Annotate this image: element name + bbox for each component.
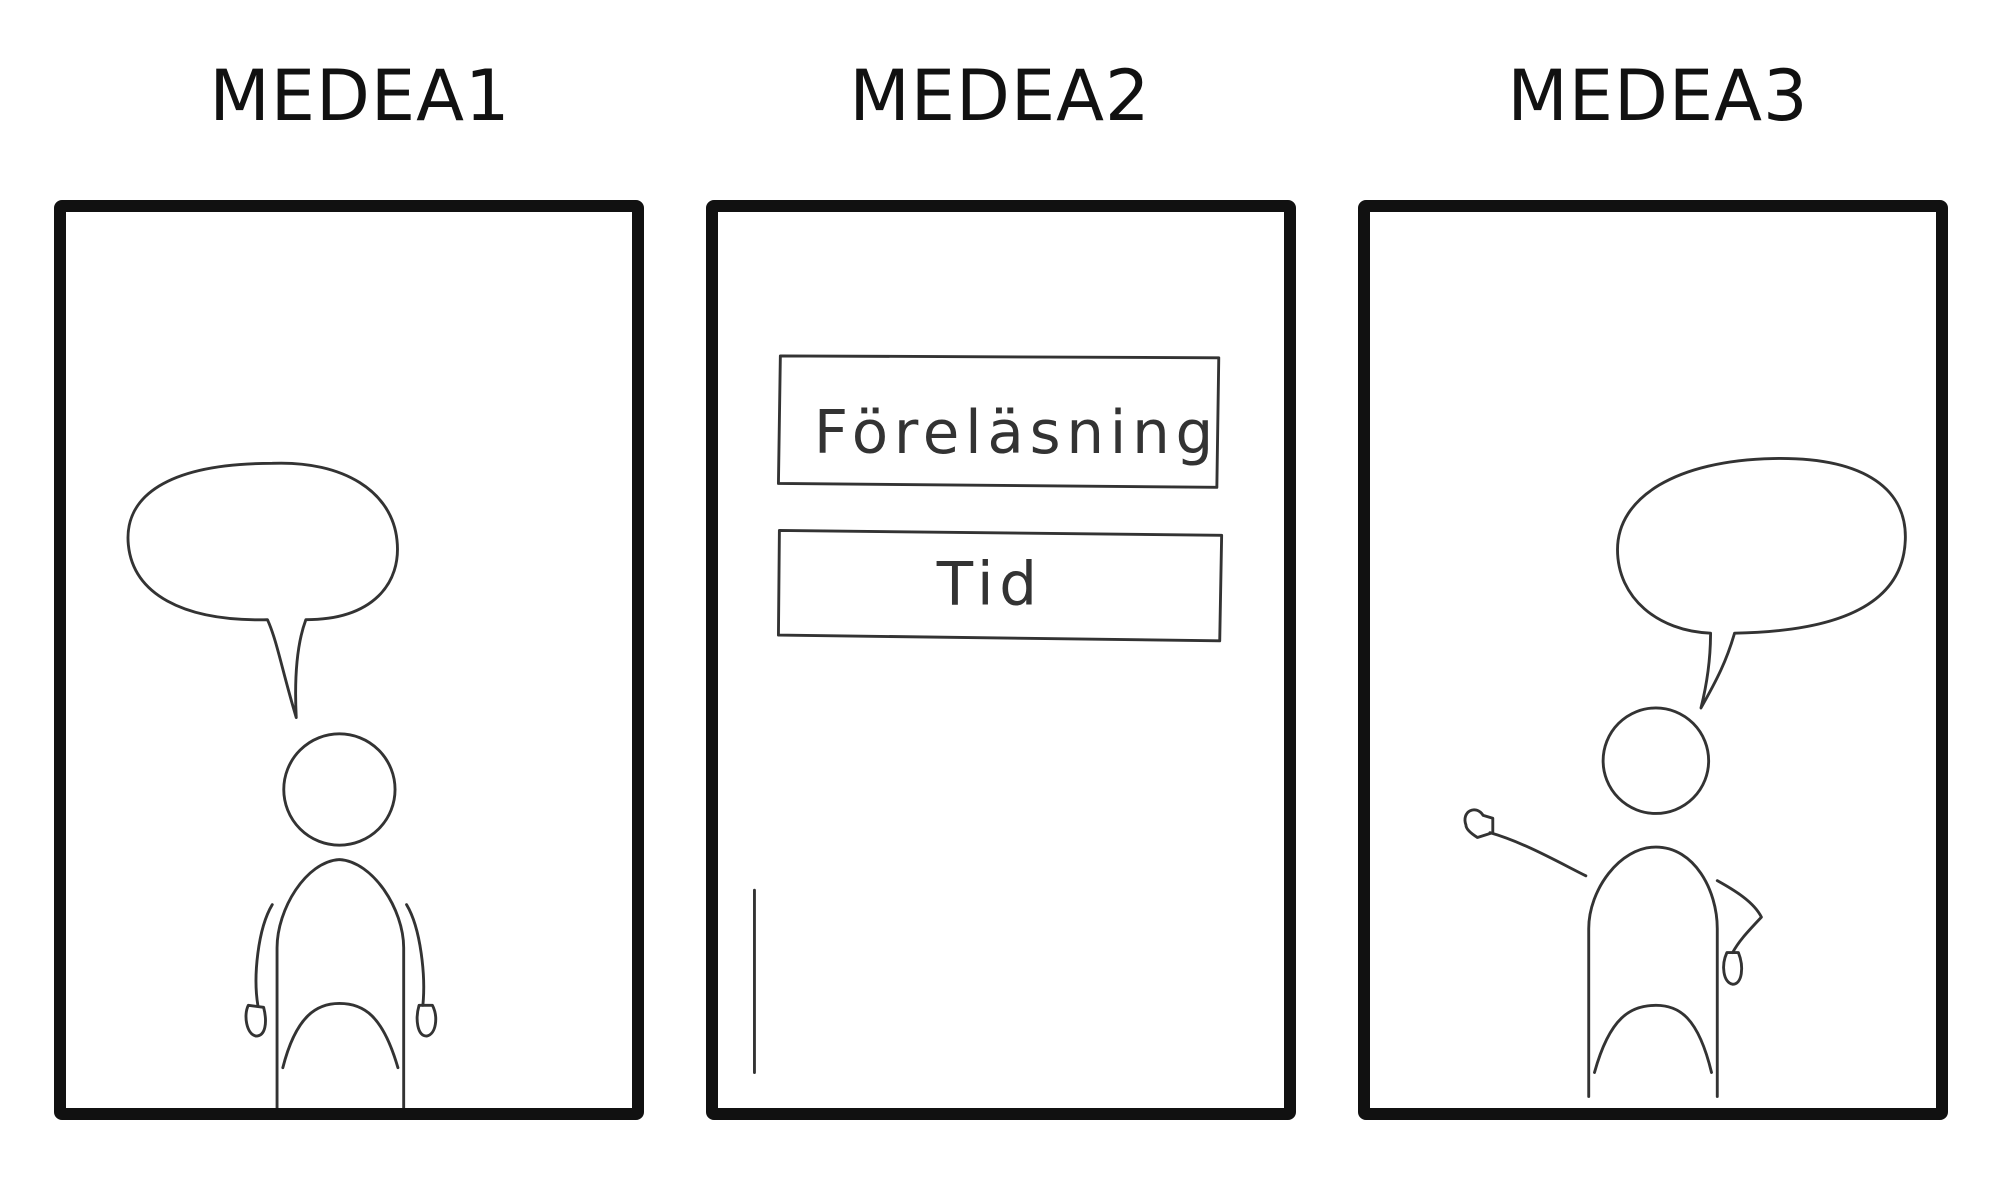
speech-bubble — [1616, 457, 1907, 710]
figure-sketch-1 — [126, 461, 438, 1108]
speech-bubble — [126, 461, 399, 719]
body — [1587, 845, 1719, 1098]
panel-1-title: MEDEA1 — [209, 55, 511, 137]
right-mitten — [415, 1003, 438, 1038]
body — [275, 858, 406, 1108]
panel-2-title: MEDEA2 — [849, 55, 1151, 137]
panel-3-title: MEDEA3 — [1507, 55, 1809, 137]
form-text-layer: Föreläsning Tid — [814, 399, 1219, 620]
head — [282, 732, 397, 847]
left-arm — [254, 903, 274, 1007]
panel-medea1 — [54, 200, 644, 1120]
panel-medea2: Föreläsning Tid — [706, 200, 1296, 1120]
waving-mitten — [1463, 808, 1495, 839]
right-arm — [1715, 879, 1763, 955]
legs — [1593, 1003, 1713, 1074]
right-mitten — [1722, 951, 1744, 986]
time-box-label: Tid — [936, 550, 1043, 619]
panel-medea3 — [1358, 200, 1948, 1120]
head — [1601, 706, 1711, 815]
lecture-box-label: Föreläsning — [814, 399, 1219, 468]
figure-sketch-3 — [1463, 457, 1907, 1098]
right-arm — [405, 903, 426, 1007]
legs — [281, 1001, 400, 1070]
waving-arm — [1488, 831, 1588, 878]
left-mitten — [244, 1003, 267, 1038]
